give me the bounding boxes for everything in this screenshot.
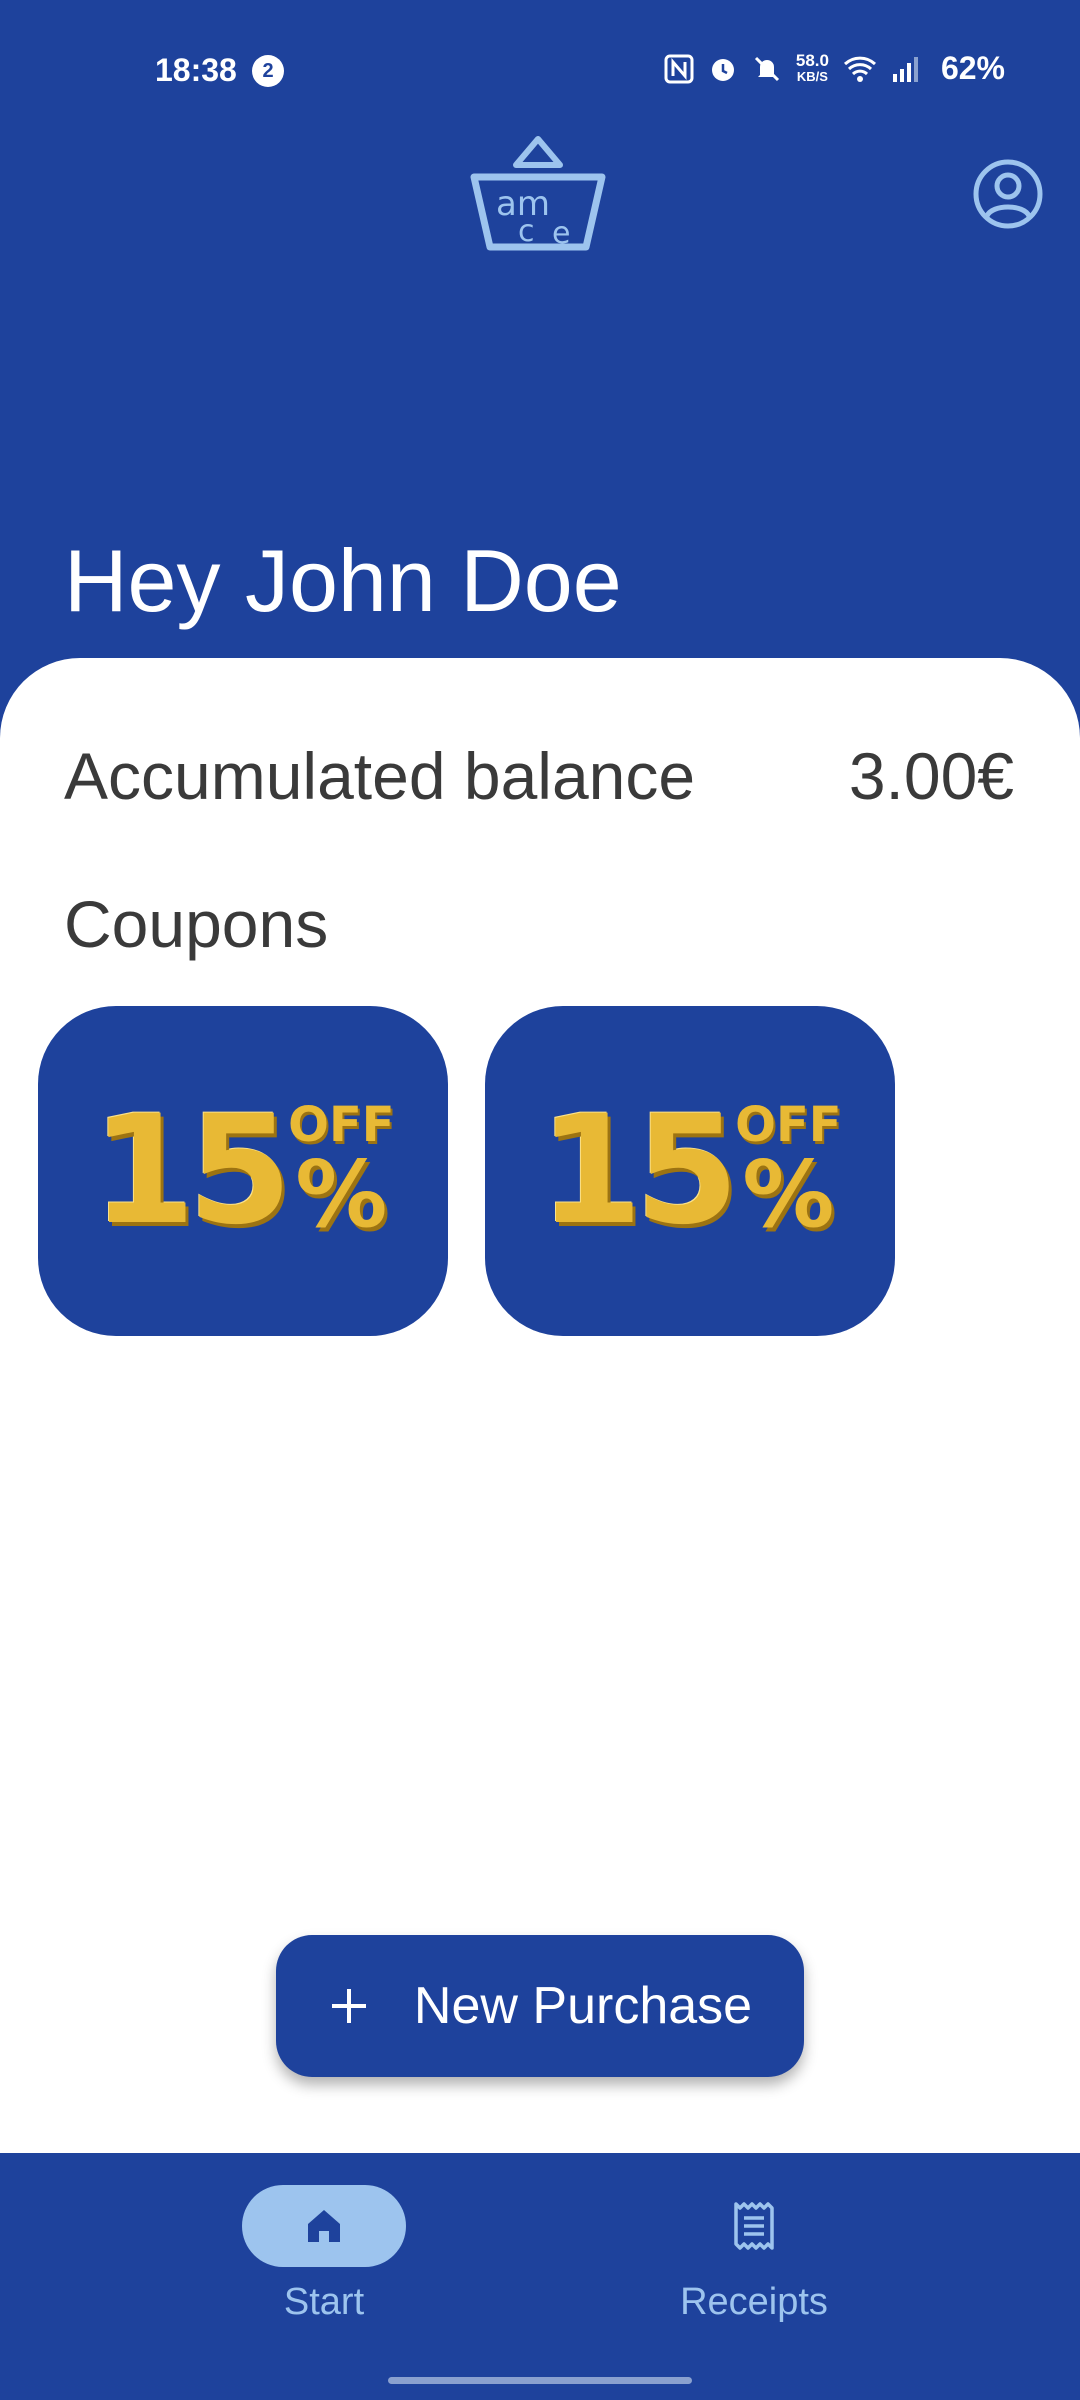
nav-icon-container — [672, 2185, 836, 2267]
notification-count-badge: 2 — [252, 55, 284, 87]
coupon-number: 15 — [538, 1084, 739, 1258]
bottom-navigation: Start Receipts — [0, 2153, 1080, 2400]
coupon-percent-sign: % — [742, 1141, 835, 1248]
nav-active-indicator — [242, 2185, 406, 2267]
status-bar: 18:38 2 58.0 KB/S 62% — [0, 0, 1080, 140]
receipt-icon — [734, 2202, 774, 2250]
status-time: 18:38 — [155, 52, 237, 88]
home-screen: 18:38 2 58.0 KB/S 62% am c e Hey John Do… — [0, 0, 1080, 2400]
nfc-icon — [664, 54, 694, 83]
net-speed-value: 58.0 — [795, 50, 829, 70]
gesture-home-indicator[interactable] — [388, 2377, 692, 2384]
mute-bell-icon — [754, 56, 779, 81]
discount-15-off-image: 15 OFF % — [538, 1096, 841, 1246]
nav-item-receipts[interactable]: Receipts — [604, 2185, 904, 2345]
home-icon — [308, 2210, 340, 2242]
svg-text:e: e — [552, 216, 570, 251]
coupons-title: Coupons — [64, 887, 329, 961]
coupon-percent-sign: % — [295, 1141, 388, 1248]
plus-icon — [331, 1989, 366, 2023]
new-purchase-button[interactable]: New Purchase — [276, 1935, 804, 2077]
battery-level: 62% — [940, 50, 1005, 86]
nav-item-start[interactable]: Start — [174, 2185, 474, 2345]
nav-label-receipts: Receipts — [680, 2281, 828, 2323]
coupon-number: 15 — [91, 1084, 292, 1258]
net-speed-unit: KB/S — [796, 68, 828, 84]
network-speed: 58.0 KB/S — [795, 50, 829, 85]
account-circle-icon[interactable] — [972, 158, 1044, 230]
signal-icon — [892, 56, 918, 82]
status-icons: 58.0 KB/S 62% — [664, 50, 1005, 87]
nav-label-start: Start — [283, 2281, 365, 2323]
greeting-title: Hey John Doe — [64, 531, 622, 630]
coupon-card[interactable]: 15 OFF % — [38, 1006, 448, 1336]
content-sheet: Accumulated balance 3.00€ Coupons 15 OFF… — [0, 658, 1080, 2153]
wifi-icon — [843, 56, 876, 82]
svg-text:c: c — [518, 214, 535, 249]
balance-value: 3.00€ — [848, 739, 1014, 813]
discount-15-off-image: 15 OFF % — [91, 1096, 394, 1246]
amce-basket-logo: am c e — [470, 136, 606, 251]
new-purchase-label: New Purchase — [413, 1977, 753, 2035]
alarm-icon — [711, 58, 734, 81]
balance-label: Accumulated balance — [64, 739, 696, 813]
coupon-card[interactable]: 15 OFF % — [485, 1006, 895, 1336]
